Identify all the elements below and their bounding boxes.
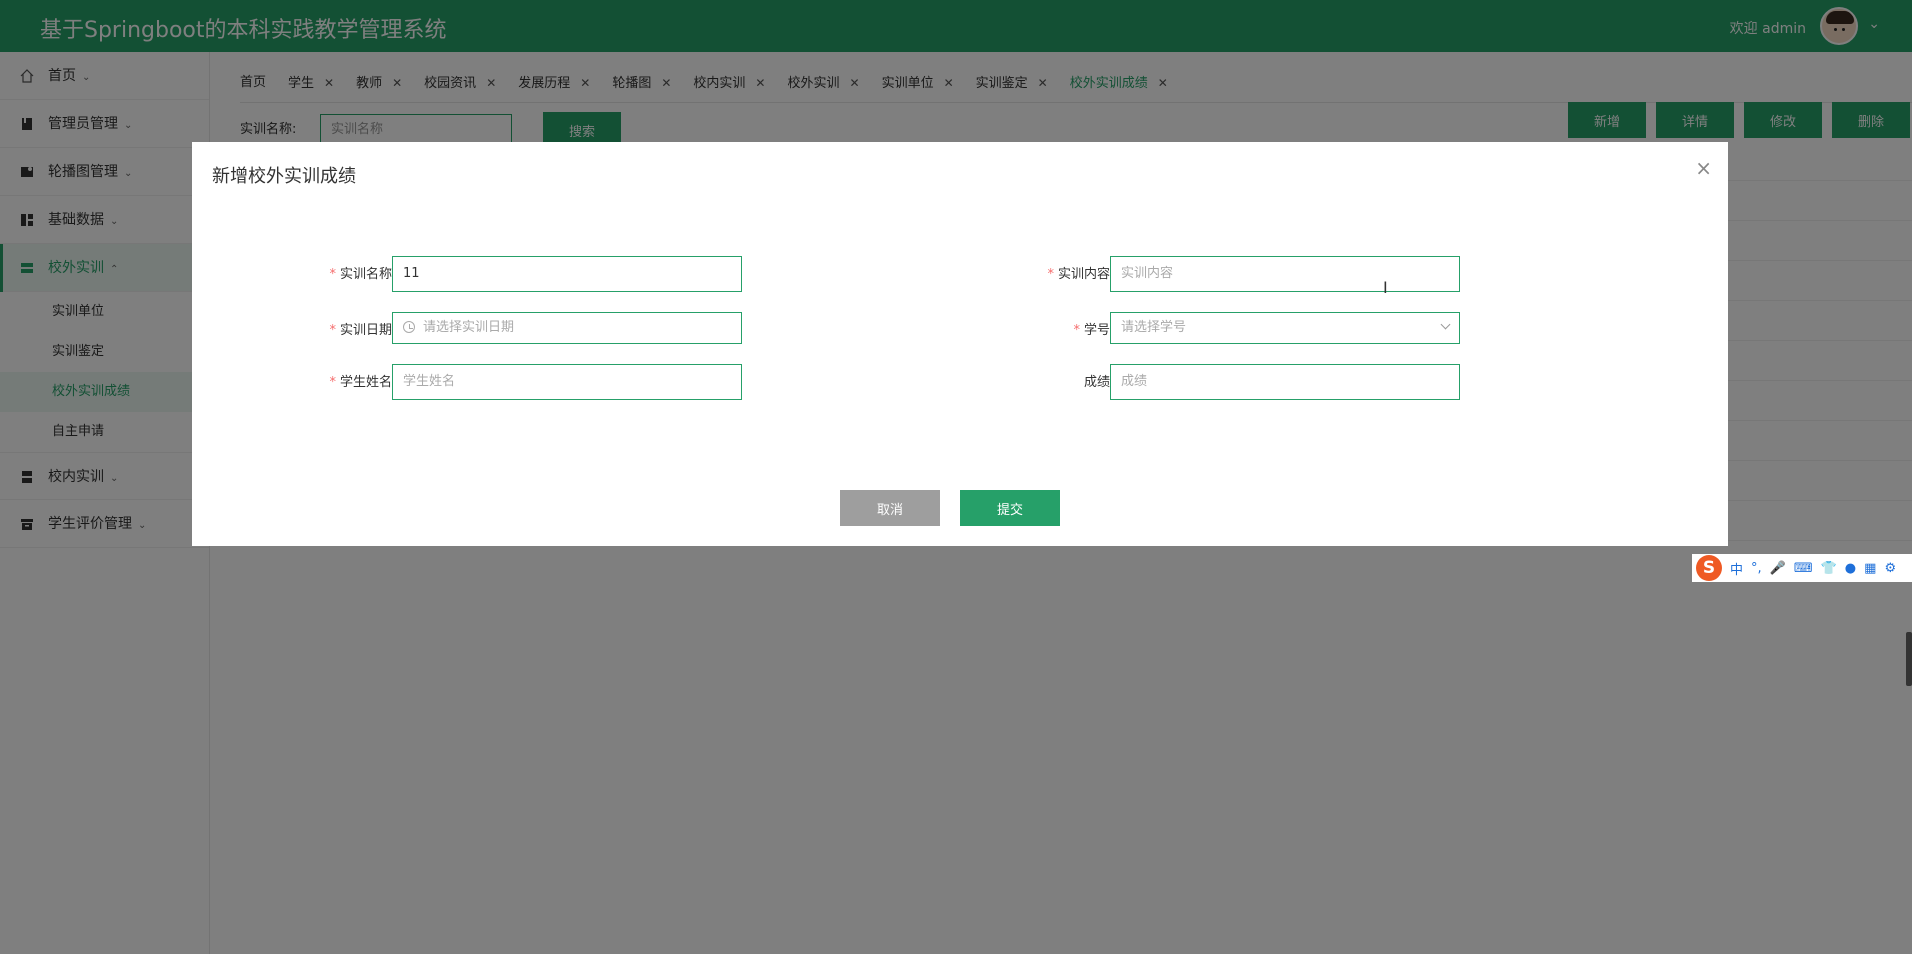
text-cursor-icon: I [1383, 278, 1388, 297]
submit-button[interactable]: 提交 [960, 490, 1060, 526]
ime-toolbar[interactable]: S 中 °, 🎤 ⌨ 👕 ● ▦ ⚙ [1692, 554, 1912, 582]
training-name-label: * 实训名称 [329, 267, 392, 282]
chevron-down-icon [1440, 319, 1451, 330]
settings-icon[interactable]: ⚙ [1884, 561, 1896, 576]
ime-mode[interactable]: 中 [1730, 559, 1743, 578]
student-no-select[interactable]: 请选择学号 [1110, 312, 1460, 344]
robot-icon[interactable]: ● [1845, 561, 1856, 576]
training-content-input[interactable]: 实训内容 [1110, 256, 1460, 292]
training-date-picker[interactable]: 请选择实训日期 [392, 312, 742, 344]
ime-punct[interactable]: °, [1751, 561, 1762, 576]
training-name-input[interactable]: 11 [392, 256, 742, 292]
scrollbar[interactable] [1906, 632, 1912, 686]
training-date-label: * 实训日期 [329, 323, 392, 338]
dialog-title: 新增校外实训成绩 [212, 166, 356, 187]
close-icon[interactable]: × [1695, 158, 1712, 178]
clock-icon [403, 321, 415, 333]
score-label: 成绩 [1083, 375, 1110, 390]
microphone-icon[interactable]: 🎤 [1770, 561, 1786, 576]
ime-logo-icon: S [1696, 555, 1722, 581]
score-input[interactable]: 成绩 [1110, 364, 1460, 400]
cancel-button[interactable]: 取消 [840, 490, 940, 526]
add-score-dialog: 新增校外实训成绩 × * 实训名称 11 * 实训内容 实训内容 I * 实训日期 请… [192, 142, 1728, 546]
apps-icon[interactable]: ▦ [1864, 561, 1876, 576]
student-name-input[interactable]: 学生姓名 [392, 364, 742, 400]
skin-icon[interactable]: 👕 [1821, 561, 1837, 576]
keyboard-icon[interactable]: ⌨ [1794, 561, 1813, 576]
student-name-label: * 学生姓名 [329, 375, 392, 390]
training-content-label: * 实训内容 [1047, 267, 1110, 282]
student-no-label: * 学号 [1073, 323, 1110, 338]
